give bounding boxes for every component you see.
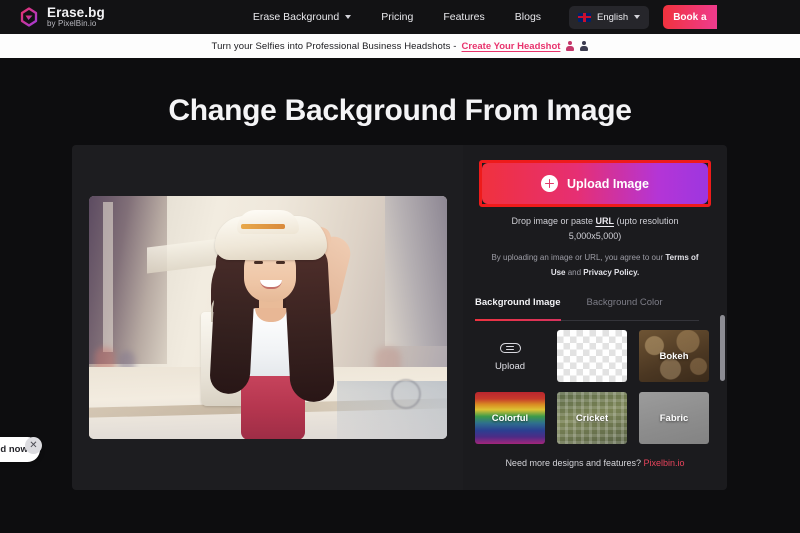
tools-pane: Upload Image Drop image or paste URL (up… — [463, 145, 727, 490]
upload-button-highlight: Upload Image — [479, 160, 711, 207]
tab-background-color[interactable]: Background Color — [587, 297, 663, 320]
thumbnail-fabric[interactable]: Fabric — [639, 392, 709, 444]
pixelbin-link[interactable]: Pixelbin.io — [644, 458, 685, 468]
promo-banner: Turn your Selfies into Professional Busi… — [0, 34, 800, 58]
cloud-upload-icon — [499, 341, 521, 356]
terms-and: and — [565, 268, 584, 277]
thumbnail-upload[interactable]: Upload — [475, 330, 545, 382]
drop-hint: Drop image or paste URL (upto resolution… — [475, 214, 715, 244]
brand-logo-link[interactable]: Erase.bg by PixelBin.io — [0, 6, 105, 29]
photo-bicycle-wheel — [390, 379, 421, 409]
thumbnail-cricket-label: Cricket — [575, 412, 609, 424]
tab-background-image[interactable]: Background Image — [475, 297, 561, 321]
language-selector[interactable]: English — [569, 5, 650, 29]
person-pink-icon — [565, 40, 574, 52]
language-label: English — [597, 11, 629, 23]
close-icon[interactable]: ✕ — [25, 437, 42, 454]
promo-banner-text: Turn your Selfies into Professional Busi… — [211, 40, 457, 52]
drop-hint-prefix: Drop image or paste — [511, 216, 596, 226]
thumbnail-colorful-label: Colorful — [491, 412, 529, 424]
person-dark-icon — [579, 40, 588, 52]
erase-bg-logo-icon — [18, 6, 40, 28]
thumbnail-upload-label: Upload — [494, 360, 526, 372]
nav-item-erase-background-label: Erase Background — [252, 11, 340, 23]
terms-of-use-link-part1[interactable]: Terms of — [665, 253, 698, 262]
nav-item-erase-background[interactable]: Erase Background — [252, 11, 352, 23]
background-thumbnail-grid: Upload Bokeh Colorful Cricket Fabric — [475, 330, 709, 444]
privacy-policy-link[interactable]: Privacy Policy. — [583, 268, 639, 277]
book-a-demo-button[interactable]: Book a — [663, 5, 718, 29]
nav-item-blogs[interactable]: Blogs — [515, 11, 541, 23]
chevron-down-icon — [634, 15, 641, 19]
photo-woman-figure — [197, 208, 354, 439]
paste-url-link[interactable]: URL — [596, 216, 615, 226]
terms-of-use-link-part2[interactable]: Use — [551, 268, 566, 277]
photo-building-right — [384, 196, 447, 346]
upload-image-label: Upload Image — [567, 176, 649, 191]
brand-tagline: by PixelBin.io — [47, 19, 97, 29]
tools-scrollbar[interactable] — [720, 315, 725, 490]
background-tabs: Background Image Background Color — [475, 297, 699, 321]
nav-item-features[interactable]: Features — [443, 11, 484, 23]
plus-circle-icon — [541, 175, 559, 192]
photo-building-left-window — [102, 202, 113, 352]
need-more-designs-text: Need more designs and features? Pixelbin… — [463, 458, 727, 468]
thumbnail-bokeh-label: Bokeh — [659, 350, 689, 362]
create-your-headshot-link[interactable]: Create Your Headshot — [462, 41, 561, 52]
drop-hint-resolution: 5,000x5,000) — [568, 231, 622, 241]
terms-text: By uploading an image or URL, you agree … — [483, 250, 707, 280]
uk-flag-icon — [578, 12, 592, 22]
thumbnail-bokeh[interactable]: Bokeh — [639, 330, 709, 382]
editor-container: Upload Image Drop image or paste URL (up… — [72, 145, 727, 490]
brand-name: Erase.bg — [47, 4, 105, 20]
top-navigation-bar: Erase.bg by PixelBin.io Erase Background… — [0, 0, 800, 34]
nav-item-pricing[interactable]: Pricing — [381, 11, 413, 23]
upload-image-button[interactable]: Upload Image — [482, 163, 708, 204]
page-title: Change Background From Image — [168, 94, 632, 127]
preview-photo[interactable] — [88, 196, 447, 439]
need-more-label: Need more designs and features? — [505, 458, 644, 468]
nav-links: Erase Background Pricing Features Blogs — [253, 11, 541, 23]
image-preview-pane — [72, 145, 463, 490]
thumbnail-transparent[interactable] — [557, 330, 627, 382]
thumbnail-cricket[interactable]: Cricket — [557, 392, 627, 444]
thumbnail-fabric-label: Fabric — [659, 412, 689, 424]
terms-prefix: By uploading an image or URL, you agree … — [491, 253, 666, 262]
thumbnail-colorful[interactable]: Colorful — [475, 392, 545, 444]
tools-scrollbar-thumb[interactable] — [720, 315, 725, 381]
drop-hint-suffix: (upto resolution — [614, 216, 679, 226]
chevron-down-icon — [345, 15, 352, 19]
photo-building-left — [88, 196, 167, 364]
